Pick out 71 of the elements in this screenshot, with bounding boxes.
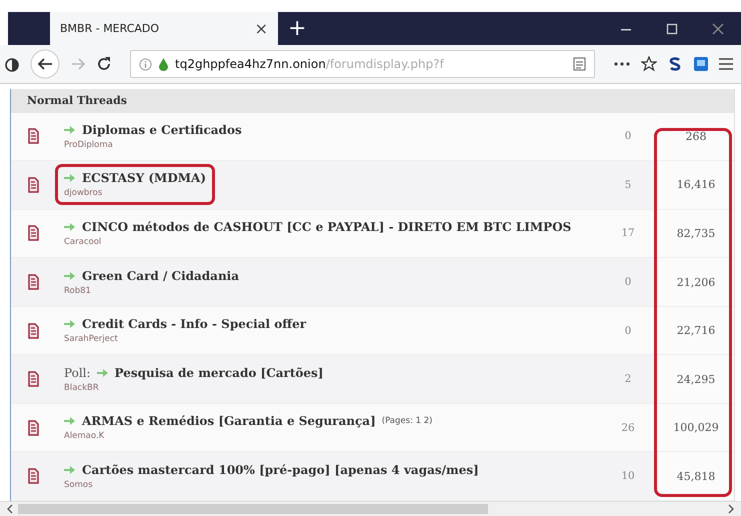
arrow-icon xyxy=(64,319,76,330)
thread-title[interactable]: Credit Cards - Info - Special offer xyxy=(82,317,306,332)
reader-view-icon[interactable] xyxy=(573,57,586,71)
thread-title[interactable]: Diplomas e Certificados xyxy=(82,122,242,137)
arrow-icon xyxy=(64,270,76,281)
url-text: tq2ghppfea4hz7nn.onion/forumdisplay.php?f xyxy=(175,57,444,71)
reply-count: 26 xyxy=(621,422,635,434)
thread-title[interactable]: Cartões mastercard 100% [pré-pago] [apenas 4 vagas/mes] xyxy=(82,462,479,477)
address-bar[interactable]: tq2ghppfea4hz7nn.onion/forumdisplay.php?f xyxy=(130,50,595,78)
thread-author[interactable]: Somos xyxy=(64,480,93,490)
thread-author[interactable]: Rob81 xyxy=(64,286,91,296)
reply-count: 0 xyxy=(624,324,632,337)
thread-title[interactable]: Green Card / Cidadania xyxy=(82,268,240,283)
arrow-icon xyxy=(64,464,76,475)
view-count: 22,716 xyxy=(676,324,716,338)
view-count: 16,416 xyxy=(676,178,716,192)
view-count: 82,735 xyxy=(676,226,716,240)
thread-title[interactable]: ARMAS e Remédios [Garantia e Segurança] xyxy=(82,414,376,428)
thread-icon xyxy=(28,176,38,193)
star-icon[interactable] xyxy=(641,56,657,72)
thread-author[interactable]: djowbros xyxy=(64,188,102,198)
thread-icon xyxy=(28,128,38,144)
arrow-icon xyxy=(64,222,76,232)
close-icon[interactable] xyxy=(712,22,724,34)
reply-count: 17 xyxy=(621,227,635,240)
thread-icon xyxy=(28,420,38,436)
view-count: 21,206 xyxy=(676,276,716,289)
thread-icon xyxy=(28,225,38,242)
extension-icon[interactable] xyxy=(667,56,683,72)
scrollbar-thumb[interactable] xyxy=(18,504,488,514)
extension-icon[interactable] xyxy=(693,56,709,72)
thread-icon xyxy=(28,274,38,290)
reload-icon[interactable] xyxy=(96,56,112,72)
thread-author[interactable]: ProDiploma xyxy=(64,140,113,150)
reply-count: 2 xyxy=(624,373,632,386)
thread-title[interactable]: CINCO métodos de CASHOUT [CC e PAYPAL] - DIRETO EM BTC LIMPOS xyxy=(82,220,572,234)
thread-author[interactable]: Caracool xyxy=(64,236,102,247)
reply-count: 0 xyxy=(624,276,632,288)
reply-count: 10 xyxy=(621,470,635,482)
page-links[interactable]: (Pages: 1 2) xyxy=(382,416,432,426)
view-count: 24,295 xyxy=(676,372,716,386)
thread-author[interactable]: BlackBR xyxy=(64,382,99,393)
menu-icon[interactable] xyxy=(719,58,733,70)
thread-title[interactable]: Pesquisa de mercado [Cartões] xyxy=(114,366,324,380)
view-count: 45,818 xyxy=(676,470,716,483)
info-icon xyxy=(139,58,152,70)
view-count: 268 xyxy=(686,130,706,143)
thread-author[interactable]: SarahPerject xyxy=(64,334,118,344)
reply-count: 5 xyxy=(624,178,632,191)
thread-title[interactable]: ECSTASY (MDMA) xyxy=(82,171,206,186)
more-icon[interactable] xyxy=(613,61,631,67)
back-icon[interactable] xyxy=(30,49,60,79)
thread-icon xyxy=(28,322,38,339)
view-count: 100,029 xyxy=(673,421,719,434)
close-tab-button[interactable]: × xyxy=(254,19,268,38)
reply-count: 0 xyxy=(624,130,632,142)
scroll-right-icon[interactable] xyxy=(727,504,735,514)
maximize-icon[interactable] xyxy=(666,22,678,34)
thread-icon xyxy=(28,371,38,388)
arrow-icon xyxy=(64,416,76,426)
thread-author[interactable]: Alemao.K xyxy=(64,431,104,442)
arrow-icon xyxy=(64,173,76,184)
tab-title: BMBR - MERCADO xyxy=(60,22,160,35)
scroll-left-icon[interactable] xyxy=(6,504,14,514)
thread-icon xyxy=(28,468,38,484)
section-title: Normal Threads xyxy=(27,94,127,108)
arrow-icon xyxy=(64,124,76,135)
arrow-icon xyxy=(96,368,109,378)
new-tab-button[interactable]: + xyxy=(288,18,306,40)
browser-tab[interactable]: BMBR - MERCADO × xyxy=(50,12,278,45)
poll-prefix: Poll: xyxy=(64,366,91,380)
